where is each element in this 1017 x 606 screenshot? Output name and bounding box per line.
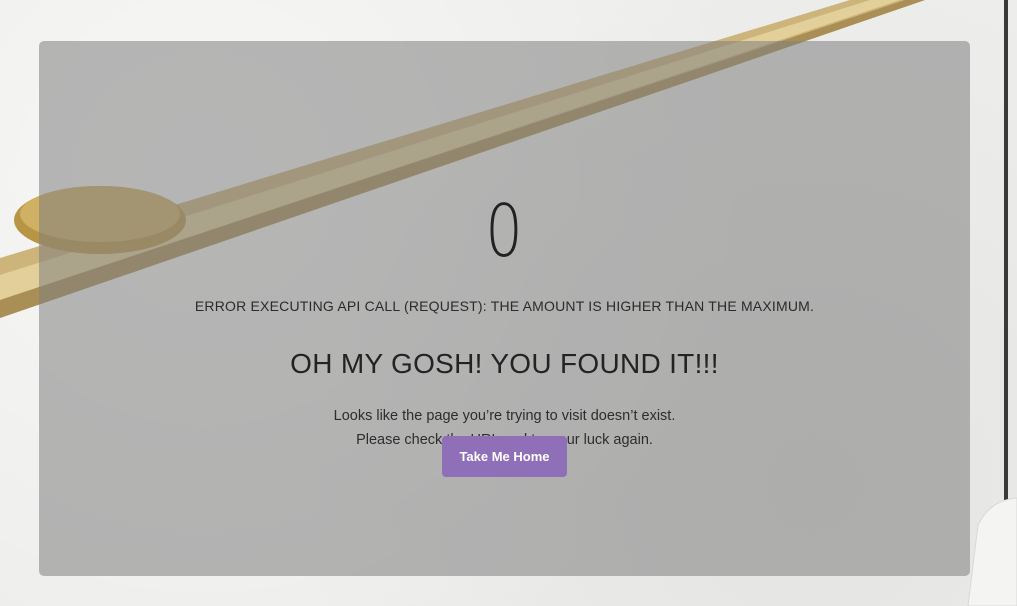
page-headline: OH MY GOSH! YOU FOUND IT!!! [290,348,719,379]
error-code: 0 [485,189,524,273]
message-line-1: Looks like the page you’re trying to vis… [333,408,676,424]
take-me-home-button[interactable]: Take Me Home [442,436,567,477]
lamp-shade [967,497,1017,606]
error-message: ERROR EXECUTING API CALL (REQUEST): THE … [194,298,815,314]
lamp-cord [1004,0,1008,505]
error-card: 0 ERROR EXECUTING API CALL (REQUEST): TH… [39,41,970,576]
